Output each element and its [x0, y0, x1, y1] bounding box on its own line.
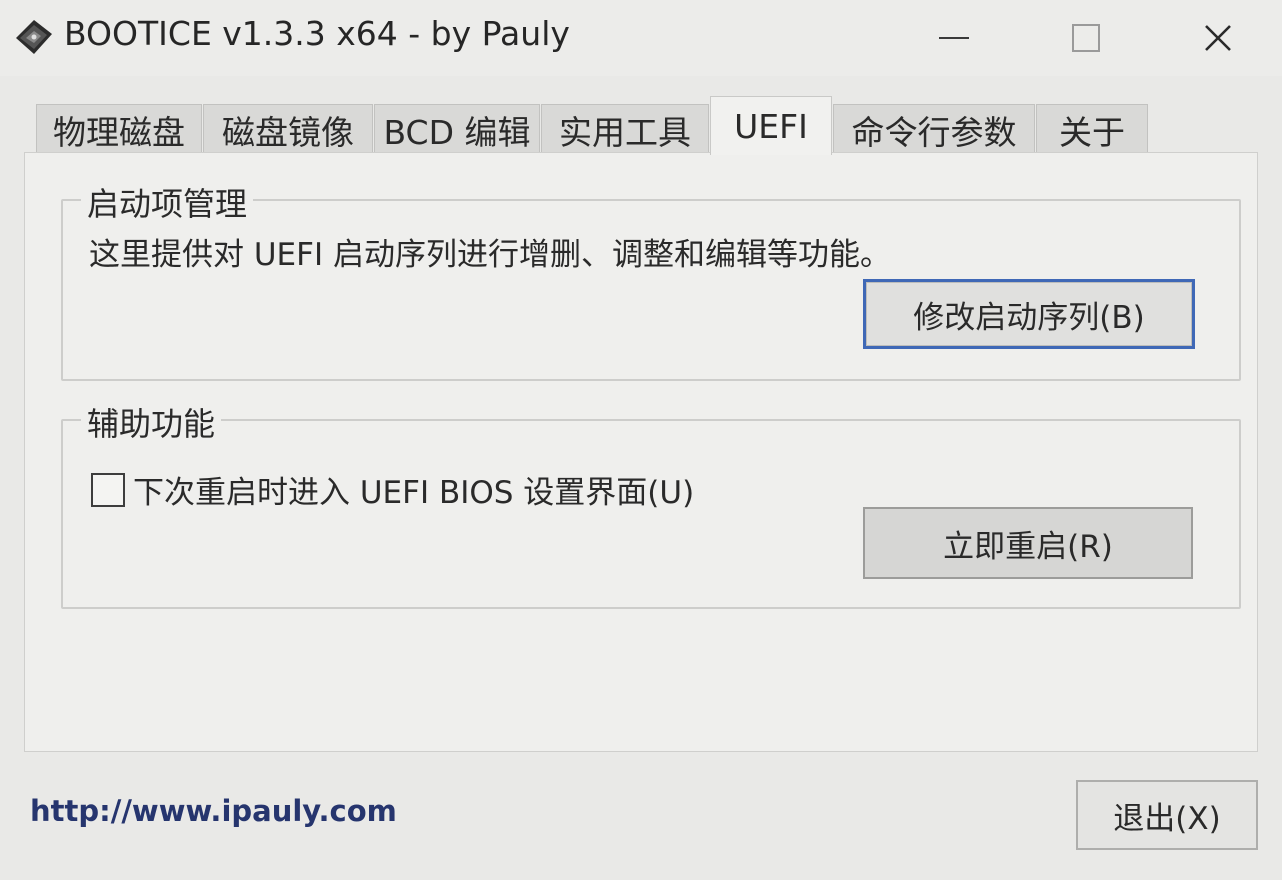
close-button[interactable]: [1154, 0, 1282, 76]
tab-command-line[interactable]: 命令行参数: [833, 104, 1035, 154]
maximize-button[interactable]: [1022, 0, 1150, 76]
website-link[interactable]: http://www.ipauly.com: [30, 794, 397, 828]
minimize-icon: [939, 37, 969, 39]
auxiliary-functions-group: 辅助功能 下次重启时进入 UEFI BIOS 设置界面(U) 立即重启(R): [61, 399, 1241, 609]
app-disk-icon: [16, 20, 52, 54]
bootice-window: BOOTICE v1.3.3 x64 - by Pauly 物理磁盘 磁盘镜像 …: [0, 0, 1282, 880]
uefi-bios-setup-label[interactable]: 下次重启时进入 UEFI BIOS 设置界面(U): [133, 467, 694, 512]
uefi-tab-panel: 启动项管理 这里提供对 UEFI 启动序列进行增删、调整和编辑等功能。 修改启动…: [24, 152, 1258, 752]
close-icon: [1205, 25, 1231, 51]
exit-button[interactable]: 退出(X): [1076, 780, 1258, 850]
boot-management-group: 启动项管理 这里提供对 UEFI 启动序列进行增删、调整和编辑等功能。 修改启动…: [61, 179, 1241, 381]
auxiliary-functions-title: 辅助功能: [81, 399, 222, 445]
uefi-bios-setup-checkbox-row[interactable]: 下次重启时进入 UEFI BIOS 设置界面(U): [91, 467, 694, 512]
maximize-icon: [1072, 24, 1100, 52]
minimize-button[interactable]: [890, 0, 1018, 76]
title-bar[interactable]: BOOTICE v1.3.3 x64 - by Pauly: [0, 0, 1282, 76]
tab-bcd-edit[interactable]: BCD 编辑: [374, 104, 540, 154]
modify-boot-order-button[interactable]: 修改启动序列(B): [863, 279, 1195, 349]
window-title: BOOTICE v1.3.3 x64 - by Pauly: [64, 14, 570, 53]
restart-now-button[interactable]: 立即重启(R): [863, 507, 1193, 579]
boot-management-title: 启动项管理: [81, 179, 254, 225]
tab-utilities[interactable]: 实用工具: [541, 104, 709, 154]
tab-physical-disk[interactable]: 物理磁盘: [36, 104, 202, 154]
uefi-bios-setup-checkbox[interactable]: [91, 472, 125, 507]
tab-about[interactable]: 关于: [1036, 104, 1148, 154]
boot-management-description: 这里提供对 UEFI 启动序列进行增删、调整和编辑等功能。: [89, 237, 891, 273]
tab-uefi[interactable]: UEFI: [710, 96, 832, 155]
tab-disk-image[interactable]: 磁盘镜像: [203, 104, 373, 154]
